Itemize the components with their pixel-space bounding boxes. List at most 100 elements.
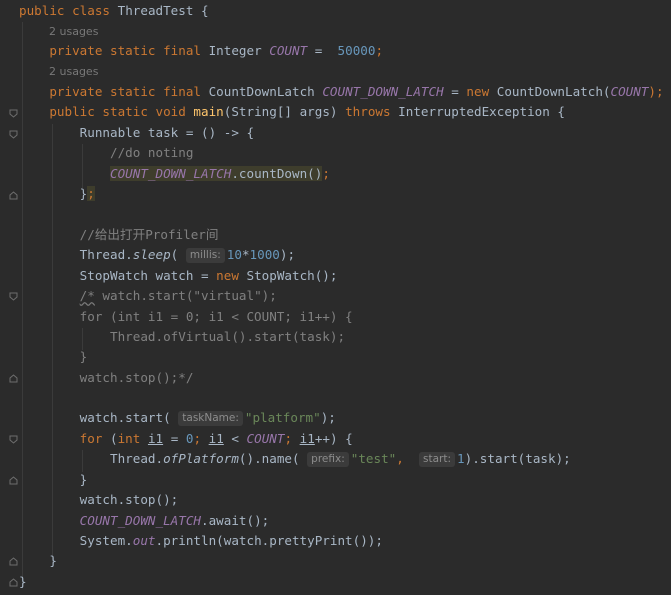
constant: COUNT xyxy=(246,431,285,446)
paren: ( xyxy=(102,431,118,446)
variable: i1 xyxy=(208,431,224,446)
usages-hint[interactable]: 2 usages xyxy=(49,62,98,82)
code-line[interactable]: StopWatch watch = new StopWatch(); xyxy=(19,266,338,286)
static-method: sleep xyxy=(132,247,171,262)
comment: } xyxy=(79,349,88,364)
brace: } xyxy=(79,472,88,487)
method-call: .countDown() xyxy=(231,166,323,181)
code-text: StopWatch(); xyxy=(238,268,338,283)
fold-collapse-icon[interactable] xyxy=(9,109,18,118)
paren: ( xyxy=(170,247,179,262)
code-line[interactable]: /* watch.start("virtual"); xyxy=(19,286,277,306)
method-call: ().name( xyxy=(238,451,300,466)
method-call: .println(watch.prettyPrint()); xyxy=(155,533,383,548)
param-hint: millis: xyxy=(185,248,225,263)
semicolon: ; xyxy=(284,431,300,446)
string: "platform" xyxy=(244,410,321,425)
comment: //给出打开Profiler间 xyxy=(79,227,219,242)
code-line[interactable]: Thread.ofVirtual().start(task); xyxy=(19,327,345,347)
keyword: private static final xyxy=(49,84,201,99)
variable: i1 xyxy=(299,431,315,446)
constant: COUNT_DOWN_LATCH xyxy=(79,513,201,528)
code-line[interactable]: } xyxy=(19,551,57,571)
keyword: new xyxy=(216,268,239,283)
code-line[interactable]: } xyxy=(19,470,88,490)
code-line[interactable]: Runnable task = () -> { xyxy=(19,123,254,143)
params: (String[] args) xyxy=(223,104,346,119)
code-text: StopWatch watch = xyxy=(79,268,217,283)
keyword: new xyxy=(466,84,490,99)
code-text: Runnable task = () -> { xyxy=(79,125,255,140)
code-line[interactable]: watch.stop();*/ xyxy=(19,368,194,388)
exception-type: InterruptedException { xyxy=(390,104,565,119)
code-line[interactable]: Thread.sleep( millis: 10*1000); xyxy=(19,245,295,265)
type-name: CountDownLatch xyxy=(208,84,315,99)
comment: watch.start("virtual"); xyxy=(94,288,277,303)
code-line[interactable]: } xyxy=(19,347,88,367)
variable: i1 xyxy=(147,431,164,446)
code-line[interactable]: Thread.ofPlatform().name( prefix: "test",… xyxy=(19,449,571,469)
operator: * xyxy=(241,247,250,262)
code-line[interactable]: //do noting xyxy=(19,143,193,163)
code-line[interactable]: COUNT_DOWN_LATCH.countDown(); xyxy=(19,164,330,184)
code-line[interactable]: for (int i1 = 0; i1 < COUNT; i1++) { xyxy=(19,429,353,449)
keyword: class xyxy=(72,3,111,18)
class-ref: System. xyxy=(79,533,133,548)
operator: ++) { xyxy=(314,431,353,446)
fold-collapse-icon[interactable] xyxy=(9,130,18,139)
method-call: watch.start( xyxy=(79,410,171,425)
number: 10 xyxy=(226,247,242,262)
keyword: private static final xyxy=(49,43,201,58)
fold-collapse-icon[interactable] xyxy=(9,292,18,301)
brace: } xyxy=(19,574,27,589)
semicolon: ); xyxy=(648,84,664,99)
brace: } xyxy=(49,553,57,568)
code-line[interactable]: public static void main(String[] args) t… xyxy=(19,102,565,122)
keyword: int xyxy=(117,431,141,446)
class-ref: Thread. xyxy=(110,451,164,466)
number: 50000 xyxy=(337,43,376,58)
code-line[interactable]: for (int i1 = 0; i1 < COUNT; i1++) { xyxy=(19,307,353,327)
keyword: throws xyxy=(345,104,391,119)
fold-expand-icon[interactable] xyxy=(9,578,18,587)
code-line[interactable]: System.out.println(watch.prettyPrint()); xyxy=(19,531,383,551)
semicolon: ; xyxy=(193,431,209,446)
operator: = xyxy=(443,84,467,99)
number: 1 xyxy=(457,451,465,466)
constructor: CountDownLatch( xyxy=(496,84,611,99)
operator: < xyxy=(223,431,247,446)
comment: Thread.ofVirtual().start(task); xyxy=(110,329,346,344)
code-line[interactable]: COUNT_DOWN_LATCH.await(); xyxy=(19,511,270,531)
keyword: public static void xyxy=(49,104,186,119)
code-line[interactable]: watch.start( taskName: "platform"); xyxy=(19,408,336,428)
code-editor[interactable]: public class ThreadTest { 2 usages priva… xyxy=(0,0,671,595)
static-method: ofPlatform xyxy=(163,451,239,466)
constant: COUNT_DOWN_LATCH xyxy=(110,166,232,181)
keyword: for xyxy=(79,431,103,446)
semicolon: ; xyxy=(87,186,95,201)
code-line[interactable]: //给出打开Profiler间 xyxy=(19,225,219,245)
code-line[interactable]: watch.stop(); xyxy=(19,490,179,510)
method-call: ).start(task); xyxy=(464,451,571,466)
semicolon: ; xyxy=(375,43,384,58)
fold-expand-icon[interactable] xyxy=(9,557,18,566)
type-name: Integer xyxy=(208,43,262,58)
fold-collapse-icon[interactable] xyxy=(9,435,18,444)
code-line[interactable]: } xyxy=(19,572,27,592)
class-ref: Thread. xyxy=(79,247,133,262)
method-call: .await(); xyxy=(201,513,270,528)
comment-start: /* xyxy=(79,288,95,303)
fold-expand-icon[interactable] xyxy=(9,476,18,485)
comma: , xyxy=(396,451,412,466)
usages-hint[interactable]: 2 usages xyxy=(49,22,98,42)
number: 1000 xyxy=(249,247,280,262)
code-text: watch.stop(); xyxy=(79,492,179,507)
param-hint: taskName: xyxy=(178,411,243,426)
comment: //do noting xyxy=(110,145,194,160)
code-line[interactable]: }; xyxy=(19,184,95,204)
fold-expand-icon[interactable] xyxy=(9,374,18,383)
code-line[interactable]: private static final CountDownLatch COUN… xyxy=(19,82,664,102)
code-line[interactable]: private static final Integer COUNT = 500… xyxy=(19,41,383,61)
fold-expand-icon[interactable] xyxy=(9,191,18,200)
code-line[interactable]: public class ThreadTest { xyxy=(19,1,209,21)
